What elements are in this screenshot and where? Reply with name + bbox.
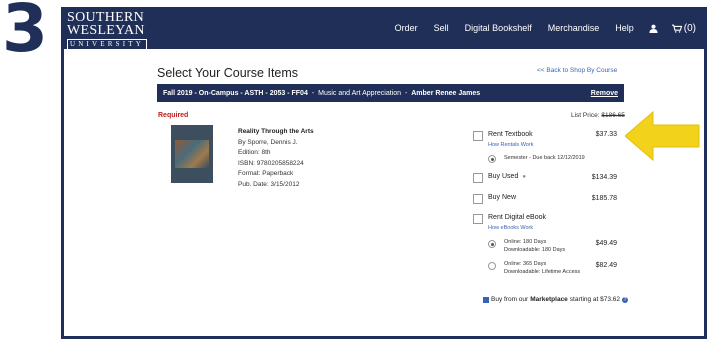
book-cover-art <box>175 140 209 168</box>
cart-count: (0) <box>683 22 696 34</box>
how-ebooks-work-link[interactable]: How eBooks Work <box>488 225 533 231</box>
user-icon <box>649 24 658 33</box>
course-separator: - <box>309 89 315 97</box>
list-price-value: $186.65 <box>601 112 625 119</box>
buy-used-checkbox[interactable] <box>473 173 483 183</box>
buy-used-price: $134.39 <box>591 174 617 181</box>
ebook-180-online: Online: 180 Days <box>504 239 547 245</box>
university-logo[interactable]: SOUTHERN WESLEYAN UNIVERSITY <box>67 11 147 50</box>
semester-rental-label: Semester - Due back 12/12/2019 <box>504 154 585 162</box>
buy-new-label: Buy New <box>488 194 517 201</box>
book-pub-date: Pub. Date: 3/15/2012 <box>238 180 300 188</box>
book-edition: Edition: 8th <box>238 149 271 156</box>
logo-line3: UNIVERSITY <box>67 39 147 50</box>
marketplace-name: Marketplace <box>530 296 568 303</box>
semester-due-date: - Due back 12/12/2019 <box>529 155 585 161</box>
course-separator: - <box>403 89 410 97</box>
course-instructor: Amber Renee James <box>411 89 481 97</box>
rent-textbook-label: Rent Textbook <box>488 131 533 138</box>
rent-textbook-price: $37.33 <box>595 131 617 138</box>
nav-order[interactable]: Order <box>395 23 418 33</box>
ebook-180-days-label: Online: 180 Days Downloadable: 180 Days <box>504 238 565 254</box>
list-price: List Price: $186.65 <box>571 112 625 119</box>
rent-ebook-checkbox[interactable] <box>473 214 483 224</box>
semester-label: Semester <box>504 155 528 161</box>
ebook-180-download: Downloadable: 180 Days <box>504 247 566 253</box>
browser-frame <box>61 7 707 339</box>
buy-new-checkbox[interactable] <box>473 194 483 204</box>
buy-used-label: Buy Used ● <box>488 173 526 180</box>
marketplace-icon <box>483 296 489 303</box>
semester-rental-radio[interactable] <box>488 155 496 163</box>
book-title: Reality Through the Arts <box>238 128 314 135</box>
help-icon[interactable]: ? <box>622 296 629 303</box>
back-to-shop-link[interactable]: << Back to Shop By Course <box>537 67 617 74</box>
info-icon[interactable]: ● <box>522 174 526 180</box>
page-title: Select Your Course Items <box>157 66 299 80</box>
nav-help[interactable]: Help <box>615 23 634 33</box>
course-description: Music and Art Appreciation <box>318 89 402 97</box>
rent-textbook-checkbox[interactable] <box>473 131 483 141</box>
ebook-180-days-price: $49.49 <box>595 240 617 247</box>
book-cover-image <box>171 125 213 183</box>
list-price-label: List Price: <box>571 112 600 119</box>
step-number: 3 <box>2 0 48 67</box>
cart-button[interactable]: (0) <box>671 22 696 34</box>
nav-sell[interactable]: Sell <box>434 23 449 33</box>
rent-ebook-label: Rent Digital eBook <box>488 214 546 221</box>
buy-used-text: Buy Used <box>488 173 519 180</box>
cart-icon <box>671 24 682 33</box>
ebook-365-download: Downloadable: Lifetime Access <box>504 269 581 275</box>
marketplace-link[interactable]: Buy from our Marketplace starting at $73… <box>483 296 629 303</box>
yellow-arrow-icon <box>625 110 700 162</box>
logo-line2: WESLEYAN <box>67 23 145 38</box>
ebook-365-days-label: Online: 365 Days Downloadable: Lifetime … <box>504 260 580 276</box>
required-label: Required <box>158 112 189 119</box>
nav-merchandise[interactable]: Merchandise <box>548 23 600 33</box>
top-navigation-bar: SOUTHERN WESLEYAN UNIVERSITY Order Sell … <box>61 7 707 50</box>
nav-digital-bookshelf[interactable]: Digital Bookshelf <box>465 23 532 33</box>
how-rentals-work-link[interactable]: How Rentals Work <box>488 142 533 148</box>
account-button[interactable] <box>649 24 658 33</box>
course-header-bar: Fall 2019 - On-Campus - ASTH - 2053 - FF… <box>157 84 624 102</box>
main-nav: Order Sell Digital Bookshelf Merchandise… <box>387 7 703 49</box>
ebook-180-days-radio[interactable] <box>488 240 496 248</box>
book-details: Reality Through the Arts By Sporre, Denn… <box>238 127 314 190</box>
ebook-365-days-radio[interactable] <box>488 262 496 270</box>
book-isbn: ISBN: 9780205858224 <box>238 159 304 167</box>
remove-course-link[interactable]: Remove <box>591 90 618 97</box>
buy-new-price: $185.78 <box>591 195 617 202</box>
ebook-365-days-price: $82.49 <box>595 262 617 269</box>
ebook-365-online: Online: 365 Days <box>504 261 547 267</box>
marketplace-prefix: Buy from our <box>491 296 529 303</box>
course-term: Fall 2019 - On-Campus - ASTH - 2053 - FF… <box>163 89 308 97</box>
book-author: By Sporre, Dennis J. <box>238 138 298 146</box>
marketplace-suffix: starting at $73.62 <box>569 296 621 303</box>
book-format: Format: Paperback <box>238 170 294 177</box>
